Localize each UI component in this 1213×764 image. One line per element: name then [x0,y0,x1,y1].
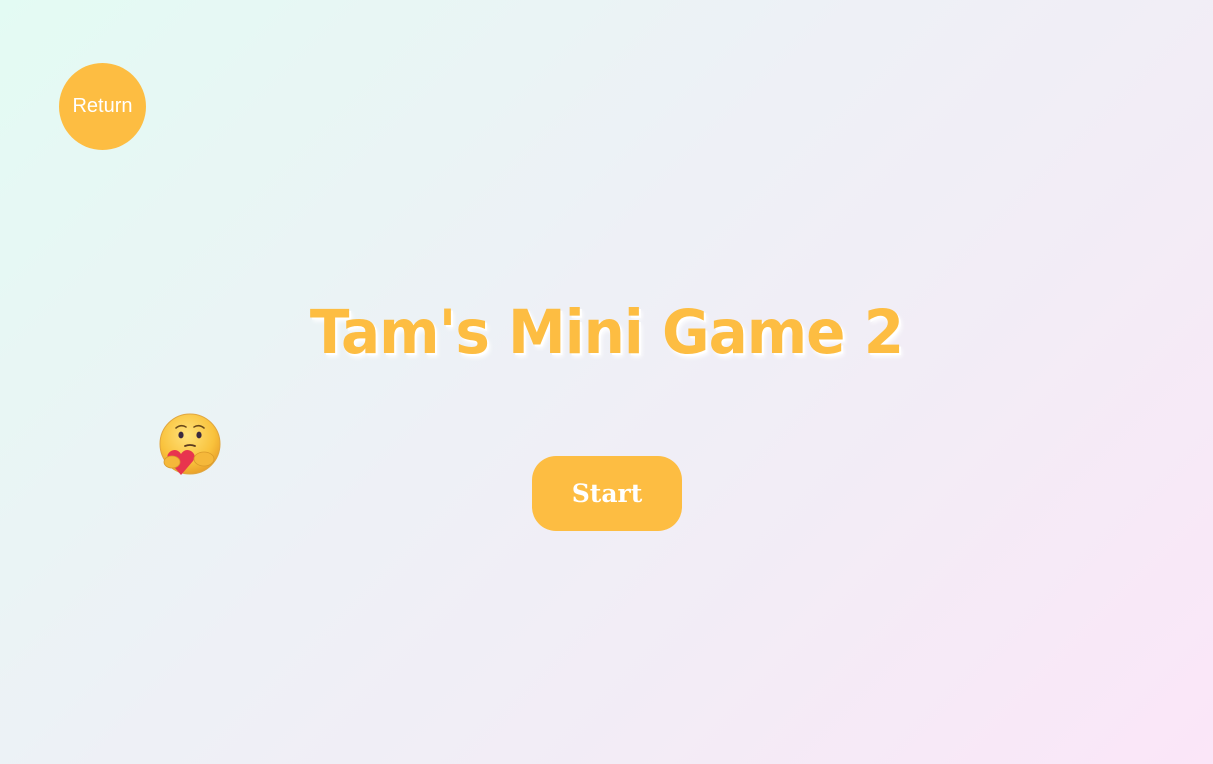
start-button[interactable]: Start [532,456,682,531]
return-button-label: Return [72,95,133,117]
care-hug-emoji-icon [159,413,221,475]
start-button-label: Start [571,479,643,508]
game-title: Tam's Mini Game 2 [309,296,904,368]
return-button[interactable]: Return [59,63,146,150]
